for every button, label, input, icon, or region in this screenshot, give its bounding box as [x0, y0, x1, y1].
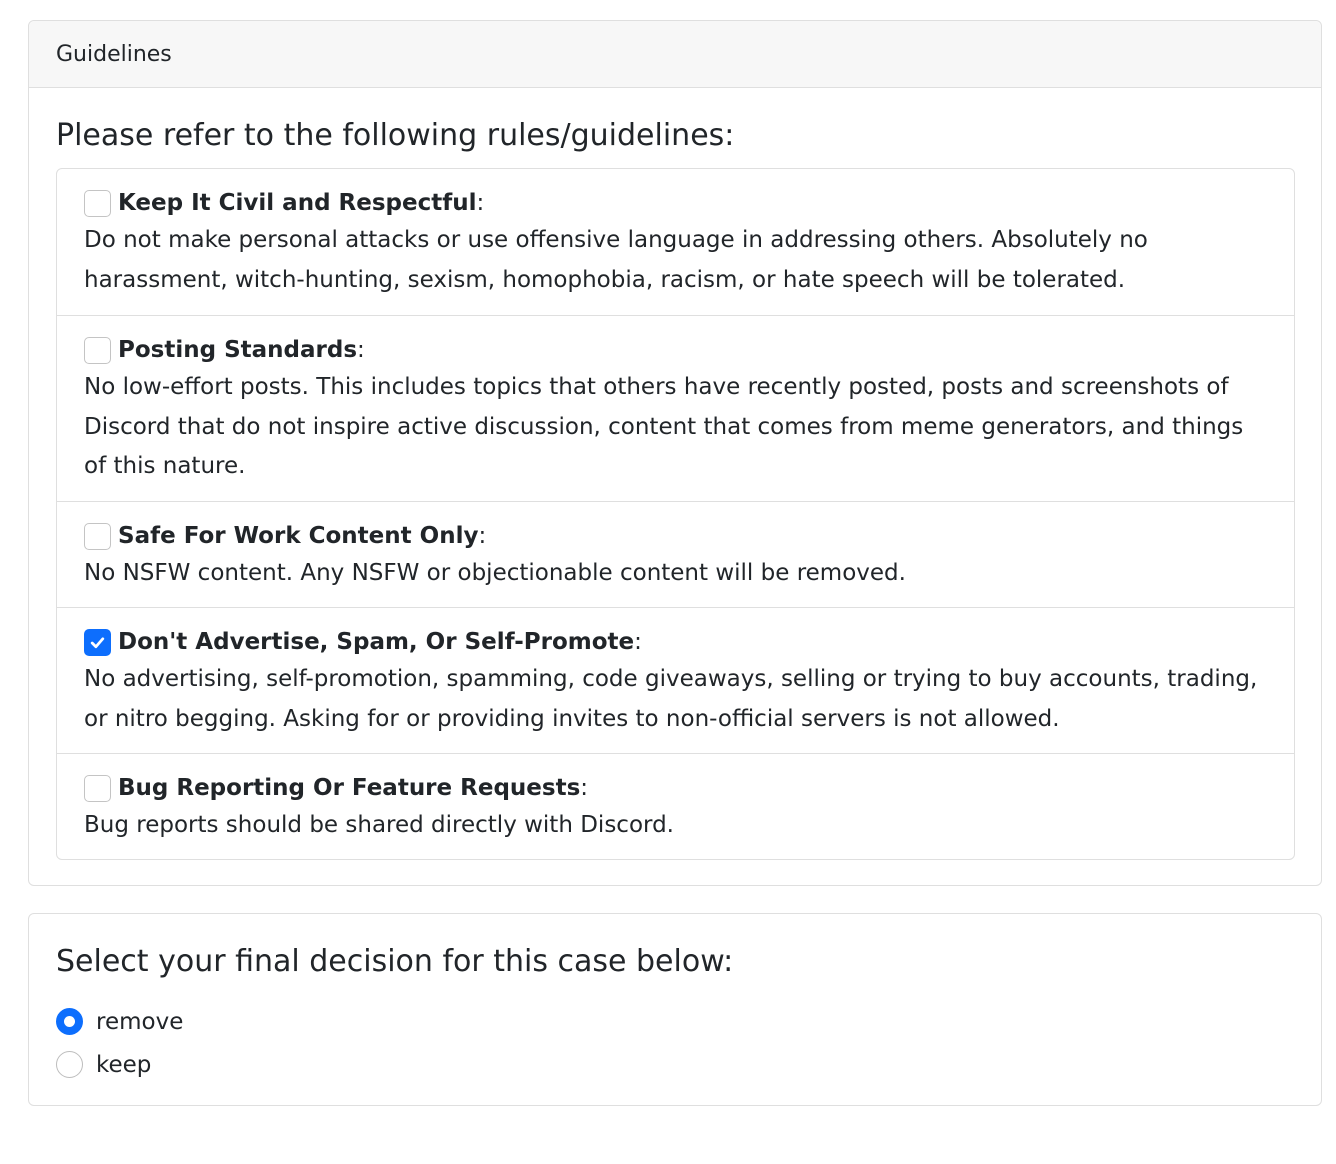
rule-item-bug-reporting: Bug Reporting Or Feature Requests : Bug … [57, 754, 1294, 859]
rule-description: No low-effort posts. This includes topic… [84, 374, 1244, 479]
rule-title: Bug Reporting Or Feature Requests [118, 775, 581, 801]
rule-description: Bug reports should be shared directly wi… [84, 812, 674, 838]
rule-title-suffix: : [478, 523, 487, 549]
rule-title: Don't Advertise, Spam, Or Self-Promote [118, 629, 635, 655]
rule-checkbox-civil[interactable] [84, 189, 111, 217]
radio-label: remove [96, 1008, 184, 1035]
radio-remove[interactable] [56, 1008, 83, 1035]
rule-title-suffix: : [580, 775, 589, 801]
checkmark-icon [90, 636, 105, 648]
rule-description: No NSFW content. Any NSFW or objectionab… [84, 560, 906, 586]
guidelines-title: Please refer to the following rules/guid… [56, 118, 735, 153]
rule-item-civil: Keep It Civil and Respectful: Do not mak… [57, 169, 1294, 316]
card-body: Please refer to the following rules/guid… [29, 88, 1321, 860]
card-header: Guidelines [29, 21, 1321, 88]
rule-title: Safe For Work Content Only [118, 523, 479, 549]
rule-checkbox-no-advertising[interactable] [84, 628, 111, 656]
rule-description: No advertising, self-promotion, spamming… [84, 666, 1258, 732]
guidelines-card: Guidelines Please refer to the following… [28, 20, 1322, 886]
rules-list: Keep It Civil and Respectful: Do not mak… [56, 168, 1295, 860]
decision-option-remove[interactable]: remove [56, 1000, 1294, 1043]
radio-keep[interactable] [56, 1051, 83, 1078]
rule-checkbox-sfw[interactable] [84, 522, 111, 550]
rule-title: Posting Standards [118, 337, 358, 363]
rule-title-suffix: : [357, 337, 365, 363]
rule-item-posting-standards: Posting Standards: No low-effort posts. … [57, 316, 1294, 502]
radio-label: keep [96, 1051, 152, 1078]
rule-description: Do not make personal attacks or use offe… [84, 227, 1148, 293]
rule-item-sfw: Safe For Work Content Only: No NSFW cont… [57, 502, 1294, 608]
rule-title-suffix: : [476, 190, 485, 216]
card-body: Select your final decision for this case… [29, 914, 1321, 1086]
rule-checkbox-posting-standards[interactable] [84, 336, 111, 364]
decision-title: Select your final decision for this case… [56, 944, 734, 979]
rule-item-no-advertising: Don't Advertise, Spam, Or Self-Promote: … [57, 608, 1294, 754]
rule-title: Keep It Civil and Respectful [118, 190, 477, 216]
card-header-title: Guidelines [56, 41, 172, 67]
decision-option-keep[interactable]: keep [56, 1043, 1294, 1086]
rule-title-suffix: : [634, 629, 642, 655]
decision-card: Select your final decision for this case… [28, 913, 1322, 1106]
rule-checkbox-bug-reporting[interactable] [84, 774, 111, 802]
